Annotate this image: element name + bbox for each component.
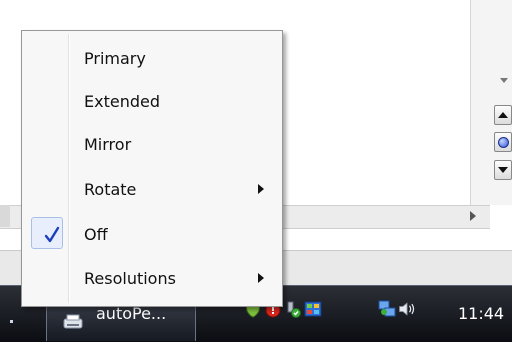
volume-icon[interactable] <box>398 300 416 318</box>
menu-item-primary[interactable]: Primary <box>25 37 279 79</box>
network-icon[interactable] <box>378 300 396 318</box>
submenu-arrow-icon <box>258 184 264 194</box>
taskbar-grip <box>10 320 13 323</box>
display-icon[interactable] <box>304 300 322 318</box>
menu-item-label: Mirror <box>84 135 132 154</box>
select-browse-object-button[interactable] <box>494 132 512 152</box>
double-up-arrow-icon <box>498 112 508 118</box>
scroll-right-arrow-icon[interactable] <box>470 211 476 221</box>
submenu-arrow-icon <box>258 273 264 283</box>
menu-item-label: Resolutions <box>84 269 176 288</box>
menu-item-mirror[interactable]: Mirror <box>25 123 279 165</box>
menu-item-rotate[interactable]: Rotate <box>25 168 279 210</box>
checkmark-icon <box>44 226 60 243</box>
menu-item-extended[interactable]: Extended <box>25 80 279 122</box>
menu-item-label: Extended <box>84 92 160 111</box>
menu-item-off[interactable]: Off <box>25 213 279 255</box>
scroll-down-arrow-icon[interactable] <box>500 78 508 83</box>
menu-item-label: Primary <box>84 49 146 68</box>
menu-item-label: Off <box>84 225 108 244</box>
previous-page-button[interactable] <box>494 105 512 125</box>
usb-safely-remove-icon[interactable] <box>284 300 302 318</box>
system-clock[interactable]: 11:44 <box>458 304 504 323</box>
double-down-arrow-icon <box>498 167 508 173</box>
display-context-menu: Primary Extended Mirror Rotate Off Resol… <box>21 30 283 307</box>
printer-icon <box>63 314 83 329</box>
menu-item-resolutions[interactable]: Resolutions <box>25 257 279 299</box>
checked-indicator <box>31 217 63 249</box>
next-page-button[interactable] <box>494 160 512 180</box>
scrollbar-left-edge <box>0 205 10 227</box>
menu-item-label: Rotate <box>84 180 137 199</box>
browse-object-icon <box>497 136 509 148</box>
